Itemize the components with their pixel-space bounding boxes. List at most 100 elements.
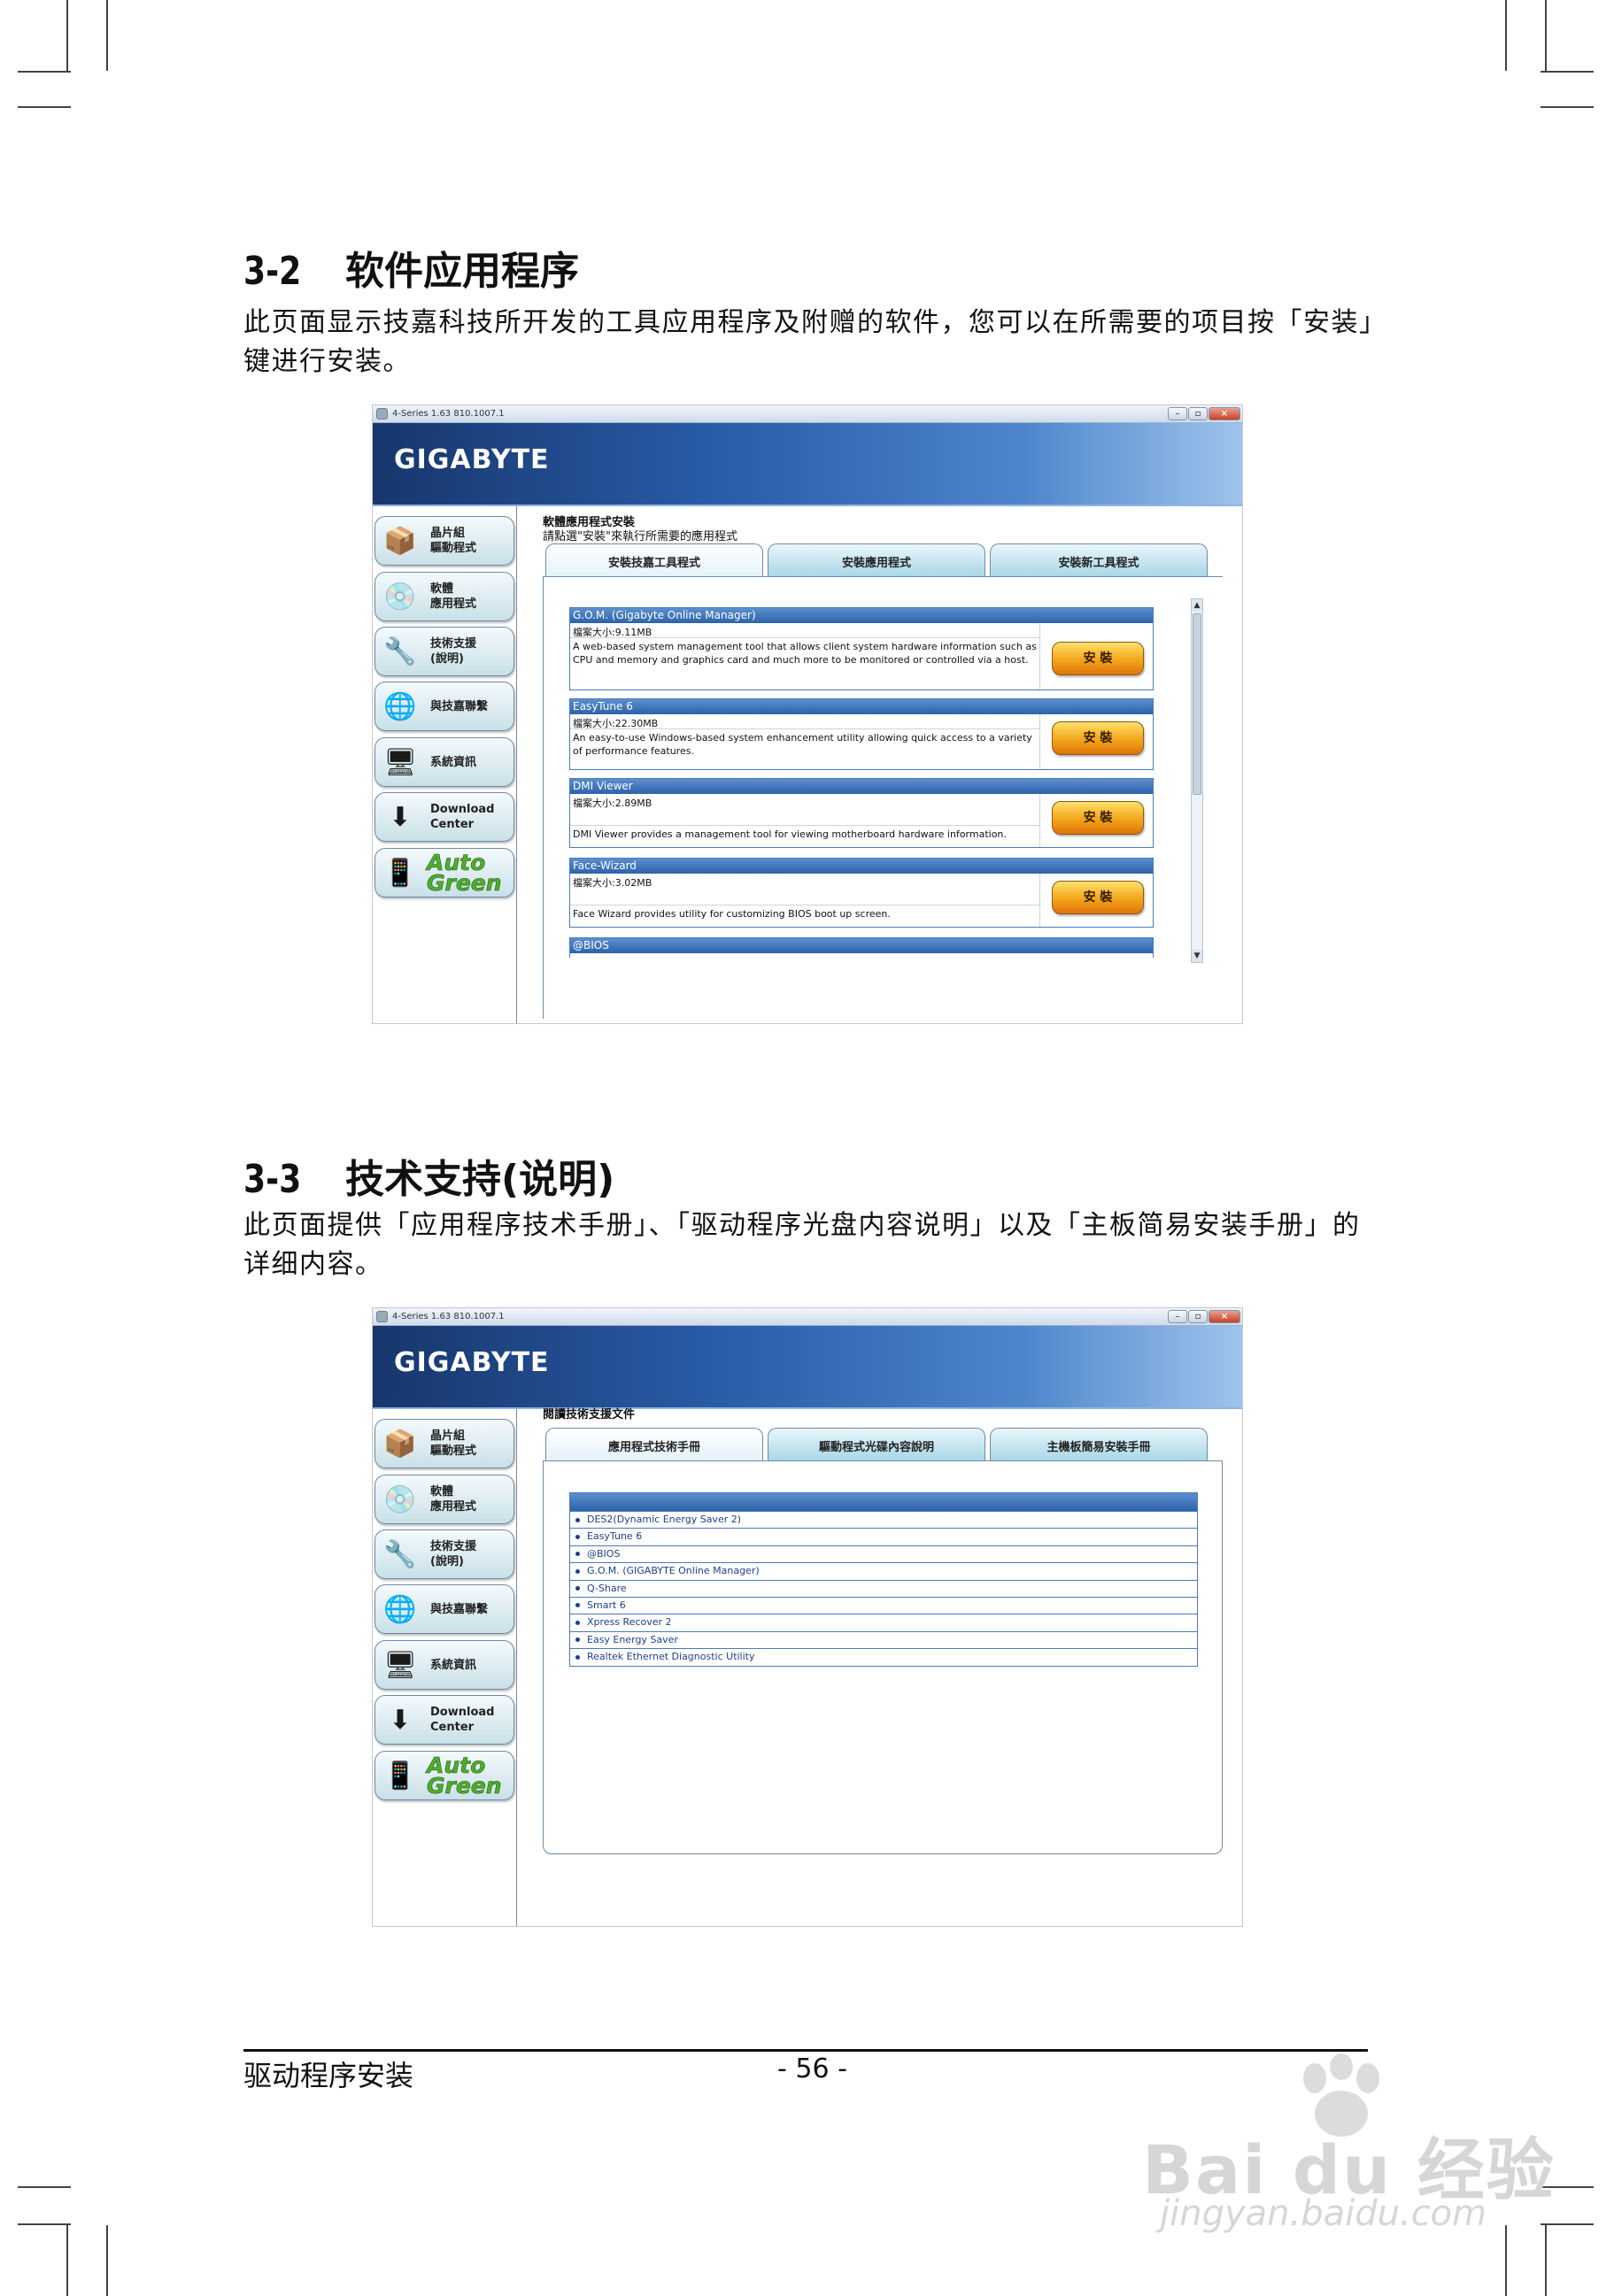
sidebar-item-7[interactable]: 📱 Auto Green — [375, 847, 514, 898]
sidebar-item-label: Download Center — [430, 1706, 495, 1735]
sidebar-item-label: 系統資訊 — [430, 1658, 477, 1672]
document-link[interactable]: Easy Energy Saver — [570, 1630, 1197, 1648]
document-link[interactable]: Q-Share — [570, 1579, 1197, 1597]
scrollbar[interactable]: ▲ ▼ — [1191, 598, 1203, 963]
sidebar-item-1[interactable]: 📦 晶片組 驅動程式 — [375, 1419, 514, 1469]
software-size: 檔案大小:3.02MB — [570, 874, 1039, 905]
sidebar-item-2[interactable]: 💿 軟體 應用程式 — [375, 571, 514, 621]
sidebar-item-label: 與技嘉聯繫 — [430, 1603, 489, 1617]
sidebar-item-4[interactable]: 🌐 與技嘉聯繫 — [375, 682, 514, 732]
tab-driver-cd-info[interactable]: 驅動程式光碟內容說明 — [768, 1428, 985, 1461]
document-link[interactable]: @BIOS — [570, 1545, 1197, 1562]
software-item-easytune: EasyTune 6 檔案大小:22.30MB An easy-to-use W… — [569, 698, 1154, 770]
maximize-button[interactable]: ▫ — [1188, 407, 1208, 420]
bullet-icon — [575, 1603, 580, 1608]
system-info-icon: 🖥 — [382, 1649, 418, 1681]
software-name: Face-Wizard — [570, 859, 1153, 874]
sidebar-item-1[interactable]: 📦 晶片組 驅動程式 — [375, 516, 514, 566]
scroll-up-icon[interactable]: ▲ — [1192, 599, 1202, 612]
document-title: Easy Energy Saver — [587, 1633, 678, 1645]
software-item-face-wizard: Face-Wizard 檔案大小:3.02MB Face Wizard prov… — [569, 858, 1154, 928]
crop-mark — [18, 2223, 71, 2225]
page-number: - 56 - — [777, 2053, 847, 2084]
section-title: 3-3 技术支持(说明) — [243, 1147, 614, 1204]
minimize-button[interactable]: – — [1168, 1310, 1187, 1323]
sidebar-item-label: 軟體 應用程式 — [430, 1484, 477, 1514]
tab-gigabyte-utilities[interactable]: 安裝技嘉工具程式 — [545, 543, 763, 577]
close-button[interactable]: × — [1209, 407, 1240, 420]
close-button[interactable]: × — [1209, 1310, 1240, 1323]
scroll-thumb[interactable] — [1193, 613, 1201, 795]
section-number: 3-2 — [243, 249, 302, 294]
section-title: 3-2 软件应用程序 — [243, 239, 579, 296]
app-icon — [376, 408, 388, 420]
sidebar-item-2[interactable]: 💿 軟體 應用程式 — [375, 1474, 514, 1524]
software-description: Face Wizard provides utility for customi… — [573, 908, 891, 920]
document-link[interactable]: DES2(Dynamic Energy Saver 2) — [570, 1511, 1197, 1528]
bullet-icon — [575, 1620, 580, 1625]
tab-install-guide[interactable]: 主機板簡易安裝手冊 — [990, 1428, 1208, 1461]
software-name: DMI Viewer — [570, 779, 1153, 794]
page-heading: 軟體應用程式安裝 — [543, 516, 636, 529]
page-heading: 閱讀技術支援文件 — [543, 1408, 636, 1422]
bullet-icon — [575, 1568, 580, 1574]
bullet-icon — [575, 1534, 580, 1539]
sidebar-item-6[interactable]: ⬇ Download Center — [375, 1695, 514, 1745]
sidebar-item-label: 晶片組 驅動程式 — [430, 527, 477, 556]
bullet-icon — [575, 1586, 580, 1591]
window-title: 4-Series 1.63 810.1007.1 — [392, 1312, 505, 1321]
bullet-icon — [575, 1552, 580, 1557]
document-list-header — [570, 1493, 1197, 1511]
crop-mark — [1541, 106, 1594, 108]
software-size: 檔案大小:9.11MB — [570, 623, 1039, 638]
maximize-button[interactable]: ▫ — [1188, 1310, 1208, 1323]
document-list: DES2(Dynamic Energy Saver 2) EasyTune 6 @B… — [569, 1492, 1198, 1667]
document-link[interactable]: EasyTune 6 — [570, 1528, 1197, 1545]
section-heading: 软件应用程序 — [345, 249, 579, 294]
gigabyte-logo: GIGABYTE — [394, 444, 550, 475]
document-link[interactable]: Smart 6 — [570, 1596, 1197, 1614]
software-size: 檔案大小:22.30MB — [570, 714, 1039, 729]
document-title: Realtek Ethernet Diagnostic Utility — [587, 1651, 755, 1663]
baidu-watermark: Bai du 经验 jingyan.baidu.com — [1142, 2053, 1554, 2239]
tab-app-manuals[interactable]: 應用程式技術手冊 — [545, 1428, 763, 1461]
sidebar-item-label: 軟體 應用程式 — [430, 582, 477, 611]
minimize-button[interactable]: – — [1168, 407, 1187, 420]
software-item-gom: G.O.M. (Gigabyte Online Manager) 檔案大小:9.… — [569, 607, 1154, 690]
sidebar-item-label: 與技嘉聯繫 — [430, 700, 489, 714]
software-size: 檔案大小:2.89MB — [570, 794, 1039, 826]
tab-new-utilities[interactable]: 安裝新工具程式 — [990, 543, 1208, 577]
sidebar-item-label: 技術支援 (說明) — [430, 637, 477, 666]
sidebar-item-4[interactable]: 🌐 與技嘉聯繫 — [375, 1584, 514, 1635]
document-title: Xpress Recover 2 — [587, 1616, 672, 1629]
software-cd-icon: 💿 — [383, 1483, 417, 1515]
footer-rule — [243, 2049, 1368, 2052]
sidebar-item-7[interactable]: 📱 Auto Green — [375, 1750, 514, 1800]
install-button[interactable]: 安 裝 — [1052, 721, 1144, 755]
sidebar-item-3[interactable]: 🔧 技術支援 (說明) — [375, 1529, 514, 1579]
tab-applications[interactable]: 安裝應用程式 — [768, 543, 985, 577]
section-heading: 技术支持(说明) — [345, 1157, 615, 1202]
install-button[interactable]: 安 裝 — [1052, 642, 1144, 675]
section-paragraph: 此页面提供「应用程序技术手册」、「驱动程序光盘内容说明」以及「主板简易安装手册」… — [243, 1210, 1361, 1280]
sidebar-item-6[interactable]: ⬇ Download Center — [375, 792, 514, 843]
document-link[interactable]: Realtek Ethernet Diagnostic Utility — [570, 1648, 1197, 1665]
crop-mark — [18, 2186, 71, 2188]
crop-mark — [18, 71, 71, 73]
document-link[interactable]: G.O.M. (GIGABYTE Online Manager) — [570, 1562, 1197, 1579]
crop-mark — [106, 0, 108, 71]
sidebar-item-label: 技術支援 (說明) — [430, 1540, 477, 1568]
document-link[interactable]: Xpress Recover 2 — [570, 1614, 1197, 1630]
scroll-down-icon[interactable]: ▼ — [1192, 950, 1202, 962]
install-button[interactable]: 安 裝 — [1052, 801, 1144, 835]
sidebar-item-5[interactable]: 🖥 系統資訊 — [375, 736, 514, 787]
crop-mark — [1545, 2225, 1547, 2296]
content-header: 閱讀技術支援文件 — [543, 1408, 635, 1422]
download-center-icon: ⬇ — [389, 802, 412, 834]
sidebar-item-3[interactable]: 🔧 技術支援 (說明) — [375, 627, 514, 676]
software-cd-icon: 💿 — [383, 581, 417, 613]
bullet-icon — [575, 1637, 580, 1643]
sidebar-item-5[interactable]: 🖥 系統資訊 — [375, 1639, 514, 1690]
tech-support-screenshot: 4-Series 1.63 810.1007.1 – ▫ × GIGABYTE … — [372, 1307, 1243, 1927]
install-button[interactable]: 安 裝 — [1052, 881, 1144, 914]
